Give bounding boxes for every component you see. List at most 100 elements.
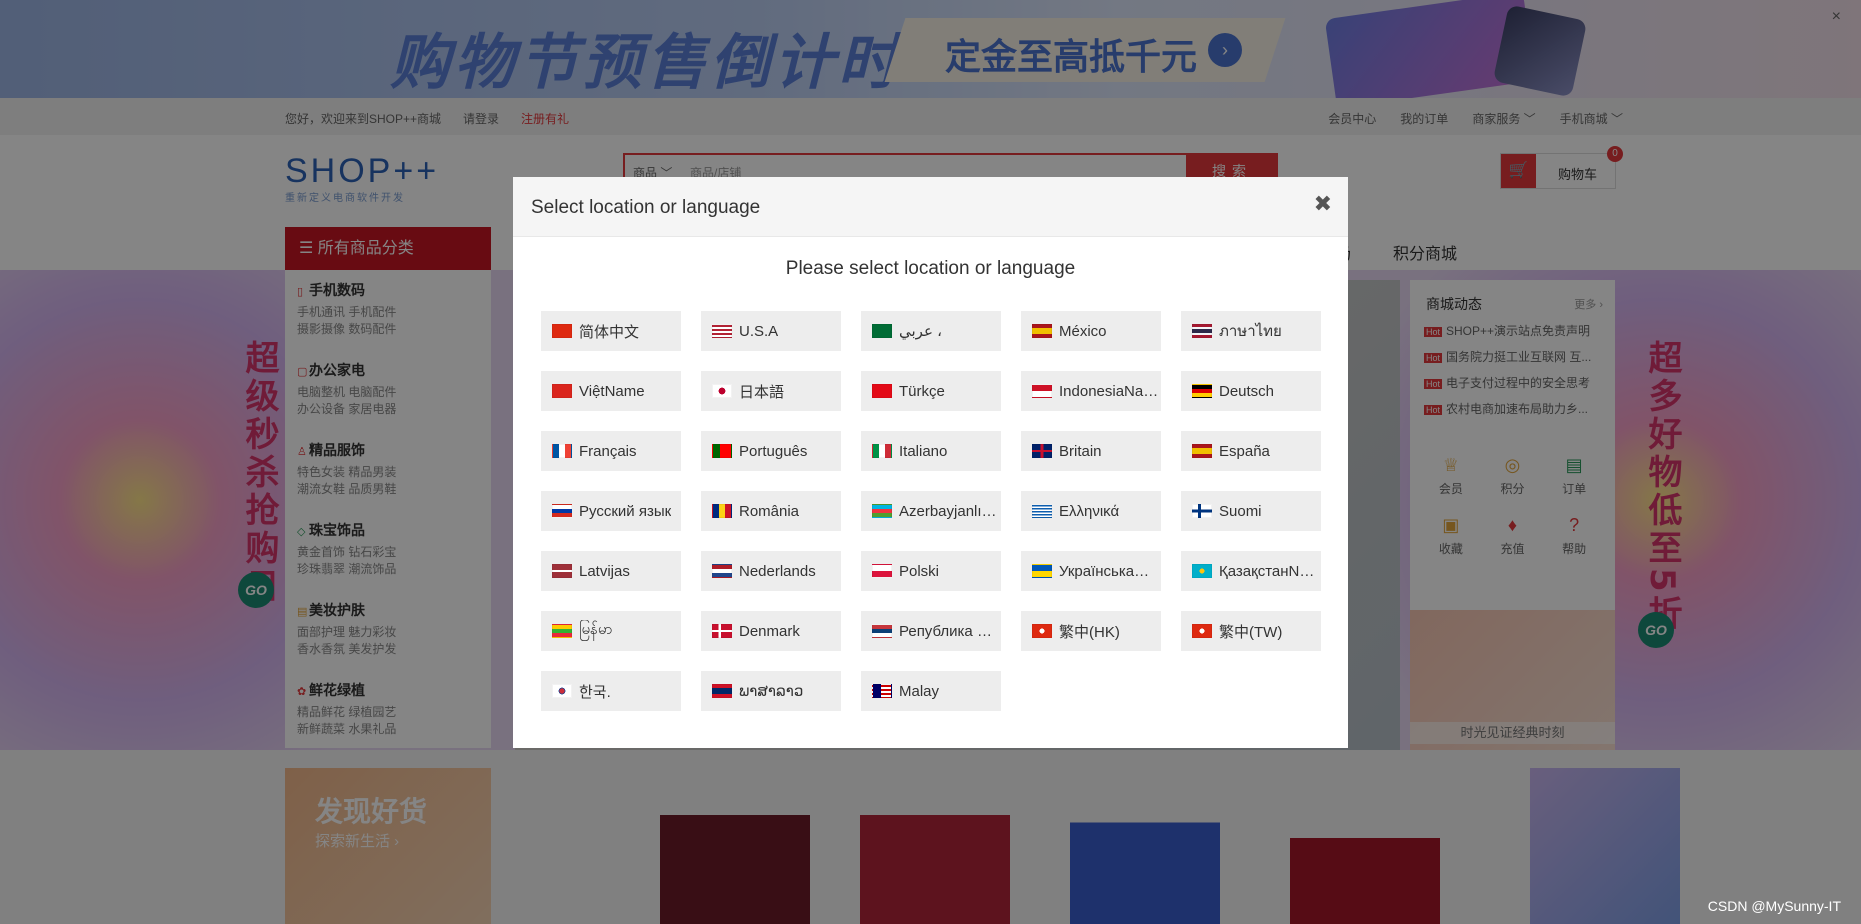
flag-hk-icon bbox=[1032, 624, 1052, 638]
flag-hk-icon bbox=[1192, 624, 1212, 638]
language-option[interactable]: 한국. bbox=[541, 671, 681, 711]
language-option[interactable]: Polski bbox=[861, 551, 1001, 591]
flag-kz-icon bbox=[1192, 564, 1212, 578]
language-label: Deutsch bbox=[1219, 382, 1275, 400]
flag-rs-icon bbox=[872, 624, 892, 638]
flag-sa-icon bbox=[872, 324, 892, 338]
flag-fi-icon bbox=[1192, 504, 1212, 518]
language-label: Nederlands bbox=[739, 562, 816, 580]
language-option[interactable]: España bbox=[1181, 431, 1321, 471]
language-label: Ελληνικά bbox=[1059, 502, 1120, 520]
language-option[interactable]: ҚазақстанNa… bbox=[1181, 551, 1321, 591]
language-label: Britain bbox=[1059, 442, 1102, 460]
language-label: IndonesiaNa… bbox=[1059, 382, 1159, 400]
language-option[interactable]: México bbox=[1021, 311, 1161, 351]
flag-kr-icon bbox=[552, 684, 572, 698]
flag-fr-icon bbox=[552, 444, 572, 458]
language-option[interactable]: Français bbox=[541, 431, 681, 471]
flag-es-icon bbox=[1032, 324, 1052, 338]
language-option[interactable]: U.S.A bbox=[701, 311, 841, 351]
flag-pl-icon bbox=[872, 564, 892, 578]
language-option[interactable]: Русский язык bbox=[541, 491, 681, 531]
flag-de-icon bbox=[1192, 384, 1212, 398]
flag-it-icon bbox=[872, 444, 892, 458]
flag-tr-icon bbox=[872, 384, 892, 398]
language-grid: 简体中文 U.S.A عربي ، México ภาษาไทย ViệtName 日本語 T… bbox=[541, 311, 1321, 711]
language-option[interactable]: Português bbox=[701, 431, 841, 471]
language-label: Português bbox=[739, 442, 808, 460]
language-label: မြန်မာ bbox=[579, 621, 613, 638]
language-option[interactable]: 日本語 bbox=[701, 371, 841, 411]
flag-nl-icon bbox=[712, 564, 732, 578]
language-option[interactable]: 简体中文 bbox=[541, 311, 681, 351]
language-label: ภาษาไทย bbox=[1219, 323, 1282, 340]
language-label: U.S.A bbox=[739, 322, 779, 340]
language-label: 繁中(TW) bbox=[1219, 623, 1283, 641]
language-label: 日本語 bbox=[739, 383, 785, 401]
flag-az-icon bbox=[872, 504, 892, 518]
flag-mm-icon bbox=[552, 624, 572, 638]
language-label: ҚазақстанNa… bbox=[1219, 562, 1319, 580]
language-option[interactable]: Deutsch bbox=[1181, 371, 1321, 411]
language-option[interactable]: Italiano bbox=[861, 431, 1001, 471]
language-option[interactable]: Latvijas bbox=[541, 551, 681, 591]
language-label: عربي ، bbox=[899, 323, 942, 340]
language-option[interactable]: Република С… bbox=[861, 611, 1001, 651]
modal-title: Select location or language bbox=[531, 197, 761, 218]
language-option[interactable]: Denmark bbox=[701, 611, 841, 651]
language-label: Република С… bbox=[899, 622, 999, 640]
language-label: 繁中(HK) bbox=[1059, 623, 1120, 641]
language-label: AzerbayjanlıN… bbox=[899, 502, 999, 520]
language-option[interactable]: မြန်မာ bbox=[541, 611, 681, 651]
flag-ru-icon bbox=[552, 504, 572, 518]
language-label: ViệtName bbox=[579, 382, 645, 400]
language-option[interactable]: AzerbayjanlıN… bbox=[861, 491, 1001, 531]
flag-vn-icon bbox=[552, 384, 572, 398]
language-label: Denmark bbox=[739, 622, 800, 640]
language-option[interactable]: ViệtName bbox=[541, 371, 681, 411]
flag-ro-icon bbox=[712, 504, 732, 518]
modal-header: Select location or language ✖ bbox=[513, 177, 1348, 237]
language-option[interactable]: Britain bbox=[1021, 431, 1161, 471]
language-label: Türkçe bbox=[899, 382, 945, 400]
language-label: УкраїнськаN… bbox=[1059, 562, 1159, 580]
language-option[interactable]: ພາສາລາວ bbox=[701, 671, 841, 711]
language-label: Suomi bbox=[1219, 502, 1262, 520]
language-option[interactable]: Nederlands bbox=[701, 551, 841, 591]
flag-gr-icon bbox=[1032, 504, 1052, 518]
language-option[interactable]: Türkçe bbox=[861, 371, 1001, 411]
language-option[interactable]: România bbox=[701, 491, 841, 531]
language-option[interactable]: Malay bbox=[861, 671, 1001, 711]
flag-my-icon bbox=[872, 684, 892, 698]
language-label: Italiano bbox=[899, 442, 948, 460]
language-label: Polski bbox=[899, 562, 940, 580]
flag-es-icon bbox=[1192, 444, 1212, 458]
flag-pt-icon bbox=[712, 444, 732, 458]
close-icon[interactable]: ✖ bbox=[1314, 193, 1332, 215]
language-option[interactable]: 繁中(TW) bbox=[1181, 611, 1321, 651]
flag-gb-icon bbox=[1032, 444, 1052, 458]
language-option[interactable]: Suomi bbox=[1181, 491, 1321, 531]
language-option[interactable]: Ελληνικά bbox=[1021, 491, 1161, 531]
language-label: 한국. bbox=[579, 683, 611, 701]
language-option[interactable]: ภาษาไทย bbox=[1181, 311, 1321, 351]
language-option[interactable]: عربي ، bbox=[861, 311, 1001, 351]
language-modal: Select location or language ✖ Please sel… bbox=[513, 177, 1348, 748]
language-option[interactable]: 繁中(HK) bbox=[1021, 611, 1161, 651]
language-label: Français bbox=[579, 442, 637, 460]
language-label: Latvijas bbox=[579, 562, 630, 580]
flag-us-icon bbox=[712, 324, 732, 338]
language-label: 简体中文 bbox=[579, 323, 640, 341]
flag-th-icon bbox=[1192, 324, 1212, 338]
language-label: Русский язык bbox=[579, 502, 672, 520]
flag-lv-icon bbox=[552, 564, 572, 578]
modal-heading: Please select location or language bbox=[785, 258, 1076, 279]
language-label: ພາສາລາວ bbox=[739, 683, 804, 700]
language-option[interactable]: IndonesiaNa… bbox=[1021, 371, 1161, 411]
language-label: Malay bbox=[899, 682, 940, 700]
language-label: México bbox=[1059, 322, 1107, 340]
flag-la-icon bbox=[712, 684, 732, 698]
language-label: România bbox=[739, 502, 800, 520]
language-option[interactable]: УкраїнськаN… bbox=[1021, 551, 1161, 591]
watermark: CSDN @MySunny-IT bbox=[1707, 898, 1841, 914]
